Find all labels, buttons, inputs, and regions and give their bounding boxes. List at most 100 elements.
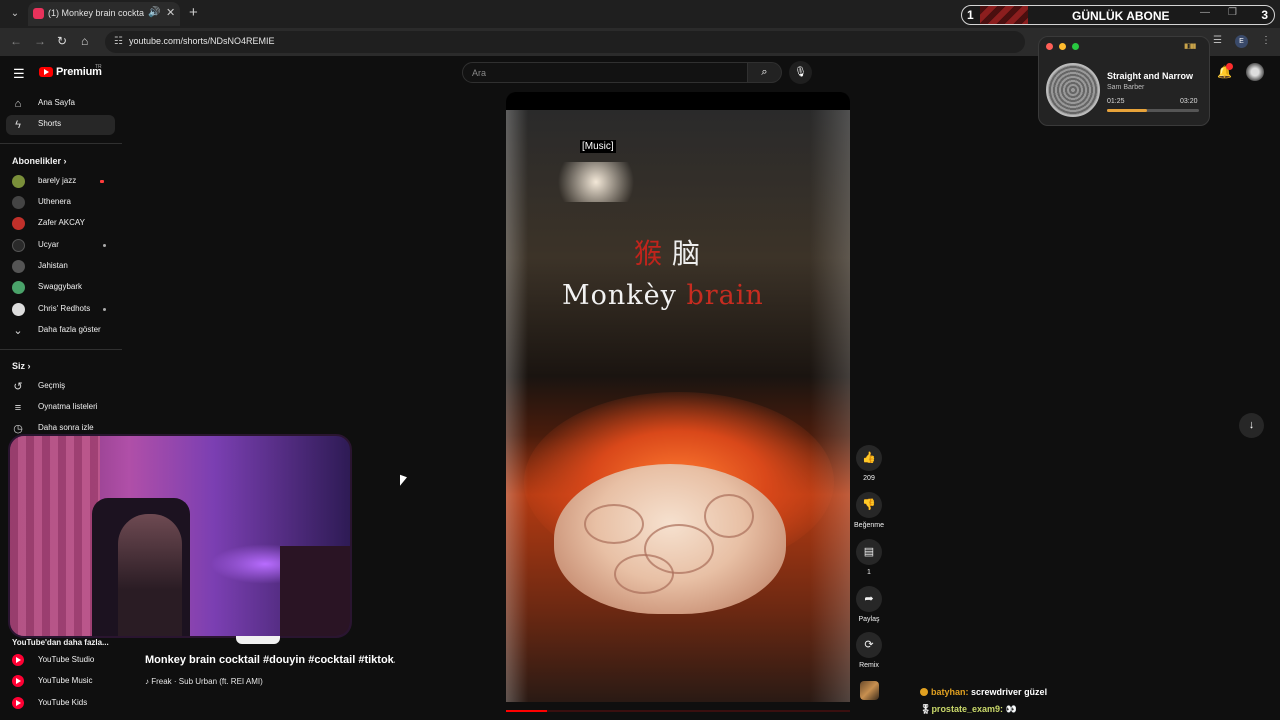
maximize-dot-icon[interactable] — [1072, 43, 1079, 50]
channel-avatar — [12, 217, 25, 230]
sidebar-item-playlists[interactable]: ≡ Oynatma listeleri — [0, 398, 120, 418]
remix-label: Remix — [859, 662, 879, 669]
glass-edge-left — [506, 110, 528, 702]
banner-stripes — [980, 6, 1028, 24]
overlay-chinese-char-1: 猴 — [634, 237, 673, 270]
shorts-video-player[interactable]: [Music] 猴脑 Monkèy brain — [506, 92, 850, 702]
chat-text: screwdriver güzel — [971, 687, 1048, 697]
account-avatar[interactable] — [1246, 63, 1264, 81]
track-current-time: 01:25 — [1107, 98, 1125, 105]
reload-icon[interactable]: ↻ — [57, 34, 67, 48]
chat-badge-icon — [920, 688, 928, 696]
chevron-right-icon: › — [63, 156, 67, 166]
sidebar-item-subscription[interactable]: Zafer AKCAY — [0, 214, 120, 234]
track-progress-bar[interactable] — [1107, 109, 1199, 112]
sidebar-show-more[interactable]: ⌄ Daha fazla göster — [0, 321, 120, 341]
hamburger-menu-icon[interactable]: ☰ — [13, 66, 25, 82]
sidebar-item-shorts[interactable]: ϟ Shorts — [6, 115, 115, 135]
new-tab-icon[interactable]: + — [189, 4, 198, 21]
now-playing-widget: ▮▯▮▮ Straight and Narrow Sam Barber 01:2… — [1038, 36, 1210, 126]
sidebar-item-label: Uthenera — [38, 197, 71, 206]
youtube-favicon-icon — [33, 8, 44, 19]
remix-icon[interactable]: ⟳ — [856, 632, 882, 658]
video-music-credit[interactable]: ♪ Freak · Sub Urban (ft. REI AMI) — [145, 677, 263, 686]
browser-tab-bar: ⌄ (1) Monkey brain cocktail # 🔊 ✕ + 1 GÜ… — [0, 0, 1280, 28]
history-icon: ↺ — [13, 381, 23, 393]
live-indicator-icon — [100, 180, 104, 183]
sidebar-item-subscription[interactable]: Swaggybark — [0, 278, 120, 298]
video-progress-bar[interactable] — [506, 710, 850, 712]
tab-search-icon[interactable]: ⌄ — [6, 5, 24, 23]
sidebar-item-label: barely jazz — [38, 176, 77, 185]
sidebar-item-label: Oynatma listeleri — [38, 402, 98, 411]
forward-icon[interactable]: → — [34, 34, 46, 48]
dislike-action: 👎 Beğenme — [854, 492, 884, 529]
album-art — [1046, 63, 1100, 117]
sidebar-item-label: Zafer AKCAY — [38, 218, 85, 227]
overlay-english-word-2: brain — [686, 280, 764, 311]
browser-profile-avatar[interactable]: E — [1235, 35, 1248, 48]
thumbs-up-icon[interactable]: 👍 — [856, 445, 882, 471]
browser-tab[interactable]: (1) Monkey brain cocktail # 🔊 ✕ — [28, 2, 180, 26]
minimize-icon[interactable]: — — [1200, 7, 1210, 18]
tab-group-icon[interactable]: ☰ — [1213, 35, 1222, 46]
video-overlay-chinese: 猴脑 — [634, 232, 710, 272]
sidebar-item-subscription[interactable]: barely jazz — [0, 172, 120, 192]
like-count: 209 — [863, 475, 875, 482]
video-caption: [Music] — [580, 140, 616, 153]
sidebar-item-label: Geçmiş — [38, 381, 66, 390]
sidebar-item-label: Swaggybark — [38, 282, 83, 291]
sidebar-item-label: Daha sonra izle — [38, 423, 94, 432]
sidebar-item-youtube-music[interactable]: YouTube Music — [0, 672, 120, 692]
sidebar-item-label: YouTube Kids — [38, 698, 88, 707]
webcam-person — [118, 514, 182, 636]
thumbs-down-icon[interactable]: 👎 — [856, 492, 882, 518]
sidebar-item-subscription[interactable]: Ucyar — [0, 236, 120, 256]
sidebar-item-youtube-studio[interactable]: YouTube Studio — [0, 651, 120, 671]
sidebar-item-subscription[interactable]: Jahistan — [0, 257, 120, 277]
you-heading[interactable]: Siz › — [12, 361, 31, 371]
subscribe-button[interactable] — [236, 636, 280, 644]
youtube-kids-icon — [12, 697, 24, 709]
new-content-dot-icon — [103, 308, 106, 311]
track-total-time: 03:20 — [1180, 98, 1198, 105]
brain-fold — [704, 494, 754, 538]
subscriptions-heading[interactable]: Abonelikler › — [12, 156, 67, 166]
share-icon[interactable]: ➦ — [856, 586, 882, 612]
dislike-label: Beğenme — [854, 522, 884, 529]
comment-icon[interactable]: ▤ — [856, 539, 882, 565]
sidebar-item-subscription[interactable]: Chris' Redhots — [0, 300, 120, 320]
glass-edge-right — [810, 110, 850, 702]
minimize-dot-icon[interactable] — [1059, 43, 1066, 50]
chat-badge-icon: 🎖 — [920, 704, 932, 714]
browser-menu-icon[interactable]: ⋮ — [1261, 35, 1271, 46]
sidebar-item-label: YouTube Music — [38, 676, 93, 685]
sound-channel-thumbnail[interactable] — [860, 681, 879, 700]
tab-close-icon[interactable]: ✕ — [166, 6, 175, 19]
like-action: 👍 209 — [856, 445, 882, 482]
shorts-icon: ϟ — [15, 119, 21, 131]
back-icon[interactable]: ← — [10, 34, 22, 48]
speaker-icon[interactable]: 🔊 — [148, 7, 160, 18]
search-icon[interactable]: ⌕ — [748, 62, 782, 83]
microphone-icon[interactable]: 🎙 — [789, 61, 812, 84]
channel-avatar — [12, 175, 25, 188]
video-title[interactable]: Monkey brain cocktail #douyin #cocktail … — [145, 654, 395, 666]
video-overlay-english: Monkèy brain — [562, 280, 764, 311]
site-info-icon[interactable]: ☷ — [114, 36, 123, 47]
sidebar-item-history[interactable]: ↺ Geçmiş — [0, 377, 120, 397]
subscriptions-title: Abonelikler — [12, 156, 62, 166]
sidebar-item-home[interactable]: ⌂ Ana Sayfa — [0, 94, 120, 114]
screen: ⌄ (1) Monkey brain cocktail # 🔊 ✕ + 1 GÜ… — [0, 0, 1280, 720]
home-browser-icon[interactable]: ⌂ — [81, 34, 88, 48]
search-input[interactable]: Ara — [462, 62, 748, 83]
brain-fold — [614, 554, 674, 594]
sidebar-item-subscription[interactable]: Uthenera — [0, 193, 120, 213]
next-video-arrow-icon[interactable]: ↓ — [1239, 413, 1264, 438]
address-bar[interactable]: ☷ youtube.com/shorts/NDsNO4REMIE — [105, 31, 1025, 53]
close-dot-icon[interactable] — [1046, 43, 1053, 50]
youtube-logo-icon[interactable] — [39, 67, 53, 77]
sidebar-item-youtube-kids[interactable]: YouTube Kids — [0, 694, 120, 714]
restore-icon[interactable]: ❐ — [1228, 7, 1237, 18]
banner-right-number: 3 — [1261, 8, 1268, 22]
